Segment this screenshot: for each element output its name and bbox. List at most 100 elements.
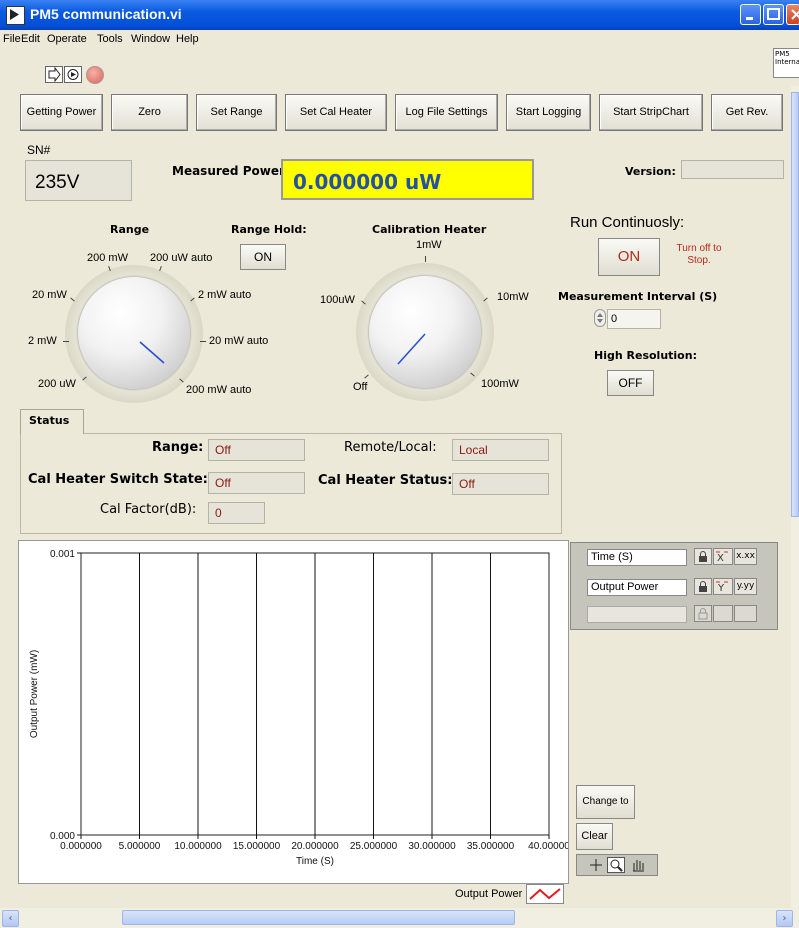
close-button[interactable] [786, 4, 799, 25]
heater-status-label: Cal Heater Status: [318, 473, 453, 488]
range-opt-200mw: 200 mW [87, 252, 128, 264]
version-label: Version: [625, 165, 676, 178]
start-stripchart-button[interactable]: Start StripChart [599, 94, 703, 131]
logo-text: PM5 Interna [775, 50, 799, 66]
y-lock-icon[interactable] [694, 578, 712, 595]
heater-status-value: Off [452, 473, 549, 495]
log-file-settings-button[interactable]: Log File Settings [395, 94, 498, 131]
extra-scale-name [587, 606, 687, 623]
interval-stepper-icon[interactable] [594, 309, 606, 327]
set-cal-heater-button[interactable]: Set Cal Heater [285, 94, 387, 131]
version-indicator [681, 160, 784, 179]
range-opt-2mw-auto: 2 mW auto [198, 289, 252, 301]
x-scale-name: Time (S) [587, 549, 687, 566]
scroll-left-icon[interactable]: ‹ [2, 910, 19, 927]
x-tick-label: 30.000000 [408, 841, 456, 852]
plot-legend-label: Output Power [455, 888, 523, 900]
run-continuously-label: Run Continuosly: [570, 214, 685, 231]
svg-text:X: X [717, 553, 724, 564]
menu-operate[interactable]: Operate [47, 33, 87, 45]
horizontal-scroll-thumb[interactable] [122, 910, 515, 925]
x-tick-label: 10.000000 [174, 841, 222, 852]
maximize-button[interactable] [763, 4, 784, 25]
clear-button[interactable]: Clear [576, 823, 613, 850]
pm5-logo: PM5 Interna [773, 48, 799, 78]
menu-help[interactable]: Help [176, 33, 199, 45]
getting-power-button[interactable]: Getting Power [20, 94, 103, 131]
tab-status[interactable]: Status [20, 409, 84, 434]
title-bar: PM5 communication.vi [0, 0, 799, 30]
range-tick [63, 341, 69, 342]
set-range-button[interactable]: Set Range [196, 94, 277, 131]
range-knob[interactable] [78, 277, 190, 389]
remote-local-value: Local [452, 439, 549, 461]
plot-legend-swatch[interactable] [526, 884, 564, 904]
get-rev-button[interactable]: Get Rev. [711, 94, 783, 131]
change-to-uw-button[interactable]: Change to uW [576, 785, 635, 839]
extra-lock-icon [694, 605, 712, 622]
start-logging-button[interactable]: Start Logging [506, 94, 591, 131]
y-format-icon[interactable]: y.yy [734, 578, 757, 595]
run-continuously-toggle[interactable]: ON [598, 238, 660, 276]
range-opt-2mw: 2 mW [28, 335, 57, 347]
x-tick-label: 25.000000 [350, 841, 398, 852]
graph-palette [576, 854, 658, 876]
range-label: Range [110, 223, 150, 236]
x-format-icon[interactable]: x.xx [734, 548, 757, 565]
zero-button[interactable]: Zero [111, 94, 188, 131]
high-resolution-toggle[interactable]: OFF [607, 370, 654, 396]
cal-factor-value: 0 [208, 502, 265, 524]
run-continuously-icon[interactable] [64, 66, 82, 83]
pan-hand-icon[interactable] [629, 857, 647, 873]
zoom-icon[interactable] [607, 857, 625, 873]
scroll-right-icon[interactable]: › [776, 910, 793, 927]
cal-opt-100uw: 100uW [320, 294, 355, 306]
cal-factor-label: Cal Factor(dB): [100, 502, 197, 517]
minimize-button[interactable] [740, 4, 761, 25]
abort-execution-icon[interactable] [86, 66, 104, 84]
x-tick-label: 20.000000 [291, 841, 339, 852]
cal-opt-1mw: 1mW [416, 239, 442, 251]
sn-label: SN# [27, 143, 51, 157]
menu-window[interactable]: Window [131, 33, 170, 45]
y-axis-label: Output Power (mW) [29, 650, 40, 738]
crosshair-icon[interactable] [587, 857, 605, 873]
x-tick-label: 35.000000 [467, 841, 515, 852]
x-autoscale-icon[interactable]: X [713, 548, 733, 565]
menu-file[interactable]: File [3, 33, 21, 45]
x-tick-label: 0.000000 [60, 841, 102, 852]
x-lock-icon[interactable] [694, 548, 712, 565]
range-opt-200uw: 200 uW [38, 378, 76, 390]
measurement-interval-input[interactable]: 0 [607, 309, 661, 329]
status-range-label: Range: [152, 440, 204, 455]
run-arrow-icon[interactable] [45, 66, 63, 83]
y-autoscale-icon[interactable]: Y [713, 578, 733, 595]
x-tick-label: 40.00000 [528, 841, 568, 852]
cal-opt-10mw: 10mW [497, 291, 529, 303]
turn-off-hint: Turn off to Stop. [676, 243, 722, 266]
y-tick-label: 0.000 [50, 831, 75, 842]
measured-power-label: Measured Power [172, 164, 285, 178]
labview-vi-icon [6, 6, 25, 25]
range-opt-200mw-auto: 200 mW auto [186, 384, 252, 396]
svg-text:Y: Y [717, 583, 725, 594]
vertical-scroll-thumb[interactable] [791, 92, 799, 517]
y-scale-name: Output Power [587, 579, 687, 596]
sn-indicator: 235V [25, 160, 132, 201]
range-opt-20mw: 20 mW [32, 289, 67, 301]
cal-heater-label: Calibration Heater [372, 223, 487, 236]
menu-tools[interactable]: Tools [97, 33, 123, 45]
menu-edit[interactable]: Edit [21, 33, 40, 45]
cal-tick [425, 256, 426, 262]
menu-bar: File Edit Operate Tools Window Help [0, 30, 799, 49]
switch-state-value: Off [208, 472, 305, 494]
range-hold-label: Range Hold: [231, 223, 307, 236]
remote-local-label: Remote/Local: [344, 440, 437, 455]
toolbar [0, 49, 799, 83]
window-title: PM5 communication.vi [30, 6, 182, 22]
measurement-interval-label: Measurement Interval (S) [558, 290, 718, 303]
range-hold-toggle[interactable]: ON [240, 244, 286, 270]
cal-heater-knob[interactable] [369, 276, 481, 388]
y-tick-label: 0.001 [50, 549, 75, 560]
extra-autoscale-icon [713, 605, 733, 622]
